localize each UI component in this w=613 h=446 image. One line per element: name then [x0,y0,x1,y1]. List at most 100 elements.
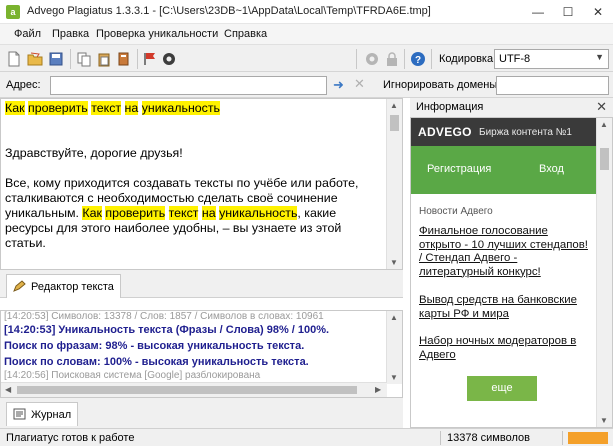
news-link[interactable]: Финальное голосование открыто - 10 лучши… [419,225,591,279]
menu-file[interactable]: Файл [14,28,41,40]
scroll-thumb[interactable] [390,115,399,131]
text-fragment [121,101,124,115]
log-hscrollbar[interactable]: ◀ ▶ [1,382,387,397]
editor-greeting: Здравствуйте, дорогие друзья! [5,146,183,160]
highlighted-word: на [124,101,139,115]
log-scrollbar[interactable]: ▲ ▼ [386,311,402,384]
news-link[interactable]: Вывод средств на банковские карты РФ и м… [419,294,591,321]
editor-title-line: Как проверить текст на уникальность [5,101,385,116]
log-line: [14:20:56] Поисковая система [Google] ра… [4,370,261,381]
highlighted-word: уникальность [141,101,221,115]
advego-nav: Регистрация Вход [411,146,597,194]
news-link[interactable]: Набор ночных модераторов в Адвего [419,335,591,362]
progress-indicator [568,432,608,444]
menu-help[interactable]: Справка [224,28,267,40]
scroll-down-icon[interactable]: ▼ [600,416,608,425]
toolbar-separator [404,49,405,69]
highlighted-word: уникальность [219,206,298,220]
info-panel: Информация ✕ ADVEGO Биржа контента №1 Ре… [410,98,613,428]
log-panel: [14:20:53] Символов: 13378 / Слов: 1857 … [0,310,403,398]
info-panel-body: ADVEGO Биржа контента №1 Регистрация Вхо… [410,117,613,428]
toolbar: ? Кодировка: UTF-8 ▼ [0,44,613,72]
char-count: 13378 символов [447,432,530,444]
advego-banner: ADVEGO Биржа контента №1 [411,118,597,146]
info-panel-header: Информация ✕ [410,98,613,116]
register-link[interactable]: Регистрация [427,163,491,175]
toolbar-separator [70,49,71,69]
check-flag-icon[interactable] [142,51,158,67]
text-editor[interactable]: Как проверить текст на уникальность Здра… [0,98,403,270]
tab-text-editor-label: Редактор текста [31,281,114,293]
settings-icon[interactable] [161,51,177,67]
log-line: Поиск по словам: 100% - высокая уникальн… [4,356,309,368]
minimize-button[interactable]: — [523,0,553,24]
encoding-select[interactable]: UTF-8 ▼ [494,49,609,69]
advego-logo[interactable]: ADVEGO [418,125,472,139]
more-button[interactable]: еще [467,376,537,401]
highlighted-word: текст [168,206,199,220]
scroll-right-icon[interactable]: ▶ [375,385,381,394]
highlighted-word: текст [91,101,122,115]
toolbar-separator [431,49,432,69]
log-line: [14:20:53] Символов: 13378 / Слов: 1857 … [4,311,324,322]
cut-icon[interactable] [116,51,132,67]
scroll-left-icon[interactable]: ◀ [5,385,11,394]
close-icon[interactable]: ✕ [596,99,607,115]
encoding-value: UTF-8 [499,53,531,65]
gear-icon[interactable] [364,51,380,67]
status-separator [562,431,563,445]
menu-uniqueness-check[interactable]: Проверка уникальности [96,28,218,40]
close-button[interactable]: ✕ [583,0,613,24]
menu-bar: Файл Правка Проверка уникальности Справк… [0,24,613,44]
pencil-icon [13,280,26,292]
scroll-thumb[interactable] [600,148,609,170]
tab-log-label: Журнал [31,409,72,421]
ignore-domains-label: Игнорировать домены: [383,79,501,91]
info-panel-title: Информация [416,101,484,113]
editor-tab-strip: Редактор текста [0,270,403,298]
highlighted-word: Как [5,101,25,115]
highlighted-word: проверить [105,206,166,220]
scroll-down-icon[interactable]: ▼ [390,373,398,382]
open-folder-icon[interactable] [27,51,43,67]
tab-text-editor[interactable]: Редактор текста [6,274,121,298]
scroll-up-icon[interactable]: ▲ [600,120,608,129]
editor-content[interactable]: Как проверить текст на уникальность Здра… [5,101,385,266]
chevron-down-icon: ▼ [595,52,604,62]
copy-icon[interactable] [76,51,92,67]
go-arrow-icon[interactable]: ➜ [333,77,344,93]
scroll-down-icon[interactable]: ▼ [390,258,398,267]
scroll-up-icon[interactable]: ▲ [390,313,398,322]
new-document-icon[interactable] [6,51,22,67]
advego-tagline: Биржа контента №1 [479,127,572,138]
highlighted-word: на [201,206,216,220]
news-heading: Новости Адвего [419,206,493,217]
status-message: Плагиатус готов к работе [6,432,135,444]
editor-scrollbar[interactable]: ▲ ▼ [386,99,402,269]
svg-text:?: ? [415,55,421,66]
status-separator [440,431,441,445]
address-label: Адрес: [6,79,41,91]
paste-icon[interactable] [96,51,112,67]
title-bar: a Advego Plagiatus 1.3.3.1 - [C:\Users\2… [0,0,613,24]
window-title: Advego Plagiatus 1.3.3.1 - [C:\Users\23D… [27,5,431,17]
log-line: Поиск по фразам: 98% - высокая уникально… [4,340,305,352]
help-icon[interactable]: ? [410,51,426,67]
clear-icon[interactable]: ✕ [354,76,365,92]
save-icon[interactable] [48,51,64,67]
menu-edit[interactable]: Правка [52,28,89,40]
tab-log[interactable]: Журнал [6,402,79,426]
address-input[interactable] [50,76,327,95]
ignore-domains-input[interactable] [496,76,609,95]
login-link[interactable]: Вход [539,163,564,175]
log-tab-strip: Журнал [0,398,403,428]
encoding-label: Кодировка: [439,53,497,65]
info-scrollbar[interactable]: ▲ ▼ [596,118,612,427]
highlighted-word: проверить [27,101,88,115]
scroll-up-icon[interactable]: ▲ [390,101,398,110]
hscroll-thumb[interactable] [17,386,357,394]
lock-icon[interactable] [384,51,400,67]
address-bar: Адрес: ➜ ✕ Игнорировать домены: [0,72,613,98]
maximize-button[interactable]: ☐ [553,0,583,24]
toolbar-separator [137,49,138,69]
